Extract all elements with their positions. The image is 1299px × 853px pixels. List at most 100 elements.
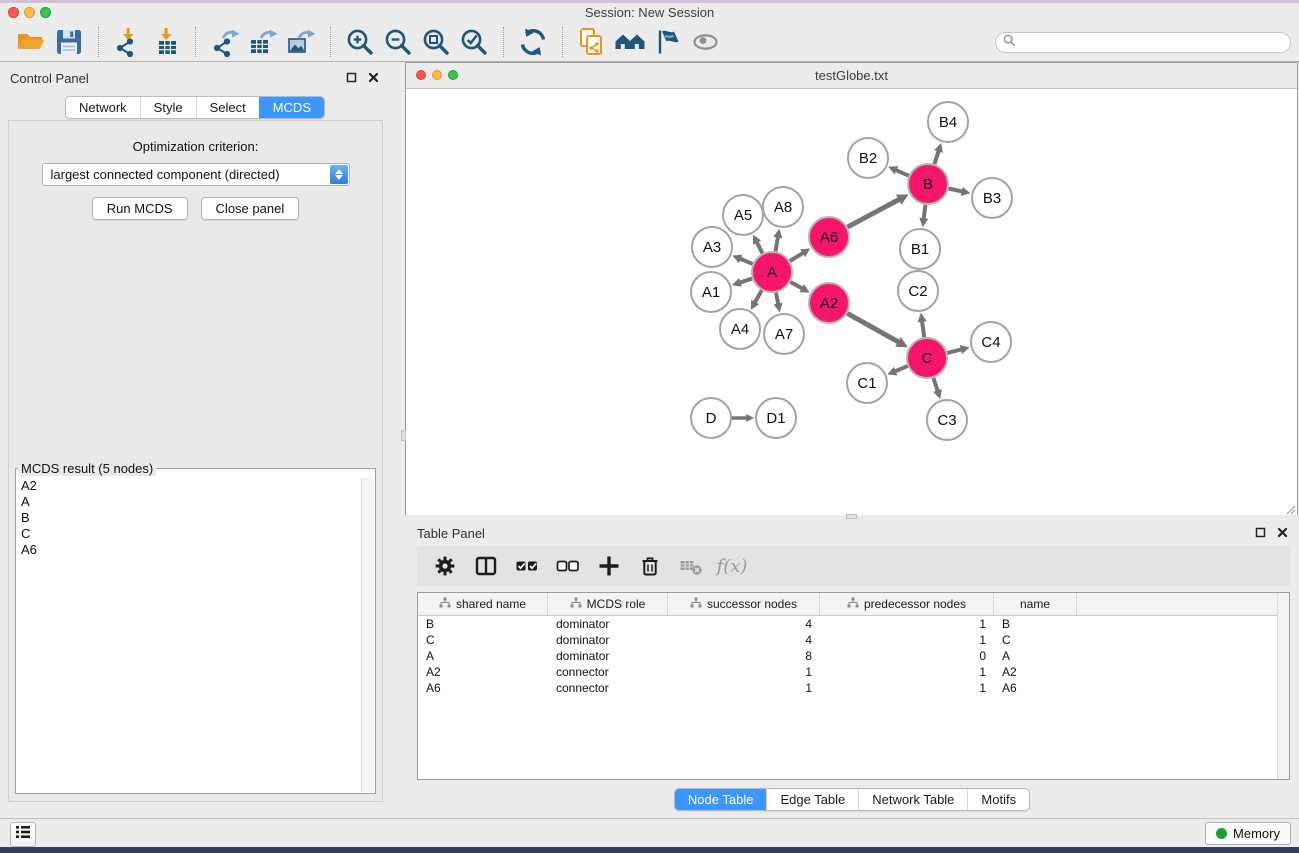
float-panel-icon[interactable] <box>345 71 357 83</box>
zoom-window-button[interactable] <box>40 7 51 18</box>
task-history-button[interactable] <box>10 822 36 847</box>
mcds-result-group: MCDS result (5 nodes) A2ABCA6 <box>15 461 376 794</box>
save-session-icon[interactable] <box>53 26 85 58</box>
column-header-shared-name[interactable]: shared name <box>418 593 548 615</box>
cell[interactable]: A6 <box>418 680 548 696</box>
select-all-icon[interactable] <box>514 553 540 579</box>
cell[interactable]: A <box>994 648 1077 664</box>
edge-A-A3 <box>739 258 753 264</box>
zoom-out-icon[interactable] <box>382 26 414 58</box>
cell[interactable]: 1 <box>820 664 994 680</box>
resize-grip-icon[interactable] <box>1284 502 1296 514</box>
cell[interactable]: dominator <box>548 616 668 632</box>
cell[interactable]: 1 <box>820 632 994 648</box>
cell[interactable]: A <box>418 648 548 664</box>
cell[interactable]: A6 <box>994 680 1077 696</box>
cell[interactable]: 1 <box>820 680 994 696</box>
delete-rows-icon[interactable] <box>637 553 663 579</box>
search-input[interactable] <box>1020 34 1290 52</box>
close-panel-button[interactable]: Close panel <box>201 197 300 220</box>
cell[interactable]: dominator <box>548 648 668 664</box>
zoom-fit-icon[interactable] <box>420 26 452 58</box>
optimization-criterion-dropdown[interactable]: largest connected component (directed) <box>42 163 350 186</box>
duplicate-network-icon[interactable] <box>576 26 608 58</box>
cell[interactable]: dominator <box>548 632 668 648</box>
export-table-icon[interactable] <box>247 26 279 58</box>
cell[interactable]: 4 <box>668 616 820 632</box>
home-icon[interactable] <box>614 26 646 58</box>
mcds-result-item[interactable]: A6 <box>17 542 361 558</box>
cell[interactable]: 1 <box>668 680 820 696</box>
network-close-button[interactable] <box>416 70 426 80</box>
memory-status-icon <box>1216 828 1227 839</box>
cell[interactable]: B <box>994 616 1077 632</box>
table-row[interactable]: Adominator80A <box>418 648 1289 664</box>
tab-network[interactable]: Network <box>66 97 140 118</box>
mcds-result-item[interactable]: A <box>17 494 361 510</box>
settings-icon[interactable] <box>432 553 458 579</box>
tab-node-table[interactable]: Node Table <box>675 789 767 810</box>
tab-edge-table[interactable]: Edge Table <box>766 789 858 810</box>
split-view-icon[interactable] <box>473 553 499 579</box>
import-table-icon[interactable] <box>150 26 182 58</box>
tab-style[interactable]: Style <box>140 97 196 118</box>
vertical-splitter-handle[interactable] <box>401 430 406 441</box>
cell[interactable]: A2 <box>994 664 1077 680</box>
toolbar-separator <box>195 27 196 57</box>
table-row[interactable]: A2connector11A2 <box>418 664 1289 680</box>
table-row[interactable]: Bdominator41B <box>418 616 1289 632</box>
column-header-MCDS-role[interactable]: MCDS role <box>548 593 668 615</box>
tab-select[interactable]: Select <box>196 97 259 118</box>
zoom-in-icon[interactable] <box>344 26 376 58</box>
mcds-result-item[interactable]: C <box>17 526 361 542</box>
hide-panel-icon[interactable] <box>652 26 684 58</box>
table-close-icon[interactable] <box>1276 526 1288 538</box>
cell[interactable]: 1 <box>820 616 994 632</box>
deselect-all-icon[interactable] <box>555 553 581 579</box>
tab-mcds[interactable]: MCDS <box>259 97 324 118</box>
column-header-predecessor-nodes[interactable]: predecessor nodes <box>820 593 994 615</box>
mcds-list-scrollbar[interactable] <box>361 478 374 792</box>
close-panel-icon[interactable] <box>367 71 379 83</box>
cell[interactable]: 1 <box>668 664 820 680</box>
node-label-B2: B2 <box>859 150 877 167</box>
cell[interactable]: A2 <box>418 664 548 680</box>
cell[interactable]: connector <box>548 664 668 680</box>
memory-button[interactable]: Memory <box>1205 822 1291 845</box>
table-row[interactable]: A6connector11A6 <box>418 680 1289 696</box>
mcds-result-item[interactable]: A2 <box>17 478 361 494</box>
zoom-selected-icon[interactable] <box>458 26 490 58</box>
column-header-name[interactable]: name <box>994 593 1077 615</box>
open-file-icon[interactable] <box>15 26 47 58</box>
cell[interactable]: connector <box>548 680 668 696</box>
cell[interactable]: C <box>994 632 1077 648</box>
run-mcds-button[interactable]: Run MCDS <box>92 197 188 220</box>
cell[interactable]: 4 <box>668 632 820 648</box>
table-row[interactable]: Cdominator41C <box>418 632 1289 648</box>
refresh-icon[interactable] <box>517 26 549 58</box>
cell[interactable]: 8 <box>668 648 820 664</box>
tab-network-table[interactable]: Network Table <box>858 789 967 810</box>
network-zoom-button[interactable] <box>448 70 458 80</box>
cell[interactable]: B <box>418 616 548 632</box>
search-box[interactable] <box>995 32 1291 53</box>
table-scrollbar[interactable] <box>1277 593 1289 779</box>
close-window-button[interactable] <box>8 7 19 18</box>
table-float-icon[interactable] <box>1254 526 1266 538</box>
import-network-icon[interactable] <box>112 26 144 58</box>
minimize-window-button[interactable] <box>24 7 35 18</box>
tab-motifs[interactable]: Motifs <box>967 789 1029 810</box>
horizontal-splitter-handle[interactable] <box>846 514 857 519</box>
dropdown-stepper-icon <box>330 165 348 184</box>
cell[interactable]: C <box>418 632 548 648</box>
mcds-result-item[interactable]: B <box>17 510 361 526</box>
add-column-icon[interactable] <box>596 553 622 579</box>
export-network-icon[interactable] <box>209 26 241 58</box>
network-minimize-button[interactable] <box>432 70 442 80</box>
arrowhead-B-B3 <box>961 187 971 196</box>
export-image-icon[interactable] <box>285 26 317 58</box>
network-canvas[interactable]: AA1A2A3A4A5A6A7A8BB1B2B3B4CC1C2C3C4DD1 <box>406 89 1297 515</box>
memory-label: Memory <box>1233 826 1280 841</box>
cell[interactable]: 0 <box>820 648 994 664</box>
column-header-successor-nodes[interactable]: successor nodes <box>668 593 820 615</box>
